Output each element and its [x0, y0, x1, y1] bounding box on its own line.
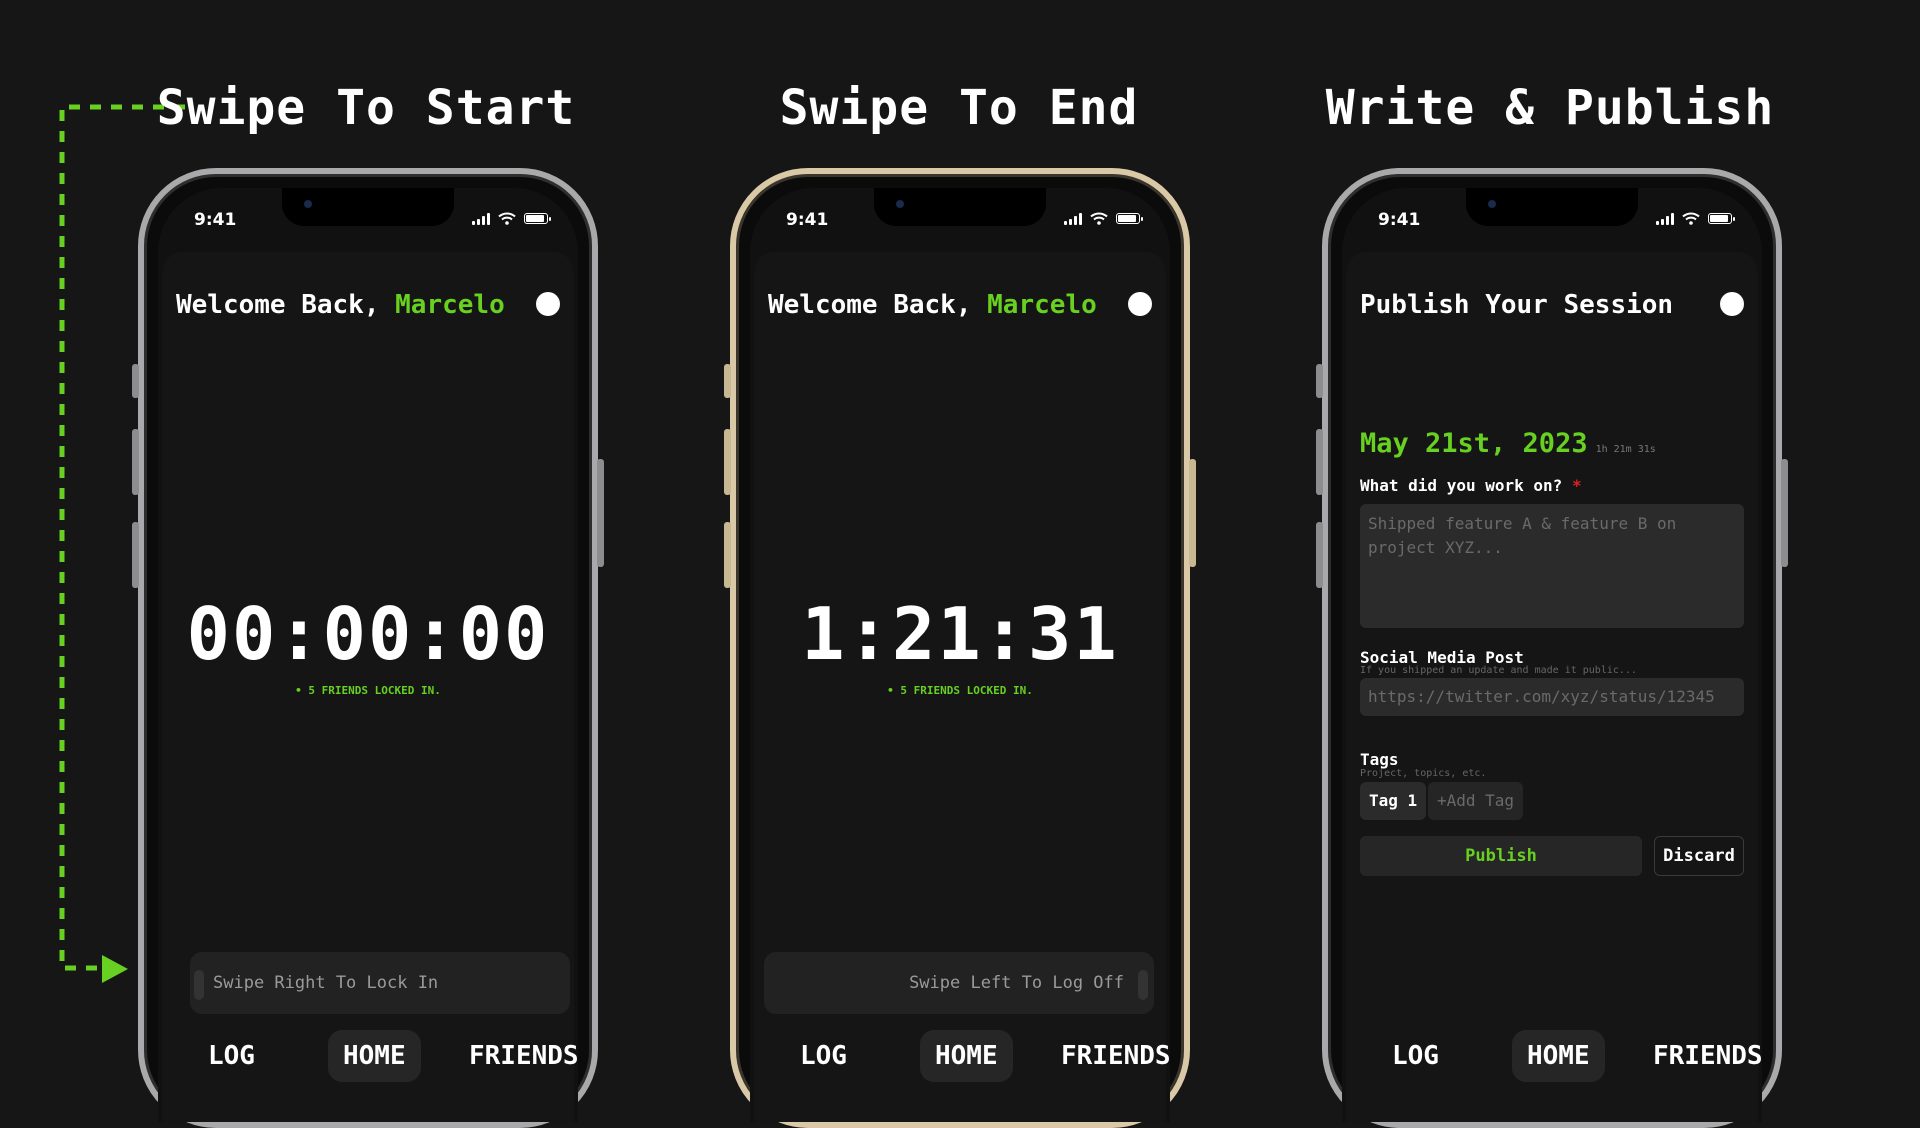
phone-start: 9:41 Welcome Back, Marcelo 00:00:00 • 5 …: [132, 168, 604, 1128]
signal-icon: [1656, 212, 1674, 225]
swipe-to-end-slider[interactable]: Swipe Left To Log Off: [764, 952, 1154, 1014]
user-name: Marcelo: [987, 290, 1097, 320]
swipe-handle[interactable]: [1138, 970, 1148, 1000]
welcome-greeting: Welcome Back, Marcelo: [176, 290, 505, 320]
screen: 9:41 Welcome Back, Marcelo 00:00:00 • 5 …: [158, 188, 578, 1122]
app-area: Welcome Back, Marcelo 1:21:31 • 5 FRIEND…: [754, 252, 1170, 1122]
discard-button[interactable]: Discard: [1654, 836, 1744, 876]
signal-icon: [1064, 212, 1082, 225]
status-icons: [1064, 212, 1143, 225]
screen: 9:41 Publish Your Session May 21st, 2023…: [1342, 188, 1762, 1122]
work-textarea[interactable]: Shipped feature A & feature B on project…: [1360, 504, 1744, 628]
battery-icon: [1708, 213, 1735, 224]
status-time: 9:41: [1378, 210, 1421, 230]
user-name: Marcelo: [395, 290, 505, 320]
status-time: 9:41: [194, 210, 237, 230]
swipe-to-start-slider[interactable]: Swipe Right To Lock In: [190, 952, 570, 1014]
notch: [1466, 188, 1638, 226]
battery-icon: [524, 213, 551, 224]
session-timer: 1:21:31: [801, 592, 1119, 676]
swipe-handle[interactable]: [194, 970, 204, 1000]
profile-icon[interactable]: [1128, 292, 1152, 316]
session-date: May 21st, 2023 1h 21m 31s: [1360, 428, 1656, 459]
signal-icon: [472, 212, 490, 225]
nav-home[interactable]: HOME: [920, 1030, 1013, 1082]
panel-title-start: Swipe To Start: [156, 80, 576, 136]
notch: [874, 188, 1046, 226]
friends-locked-in: • 5 FRIENDS LOCKED IN.: [295, 684, 441, 697]
work-label: What did you work on? *: [1360, 476, 1582, 495]
wifi-icon: [498, 212, 516, 225]
welcome-greeting: Welcome Back, Marcelo: [768, 290, 1097, 320]
nav-home[interactable]: HOME: [1512, 1030, 1605, 1082]
publish-button[interactable]: Publish: [1360, 836, 1642, 876]
battery-icon: [1116, 213, 1143, 224]
swipe-label: Swipe Right To Lock In: [213, 973, 439, 993]
app-area: Welcome Back, Marcelo 00:00:00 • 5 FRIEN…: [162, 252, 578, 1122]
nav-friends[interactable]: FRIENDS: [469, 1030, 578, 1082]
status-time: 9:41: [786, 210, 829, 230]
nav-home[interactable]: HOME: [328, 1030, 421, 1082]
nav-log[interactable]: LOG: [800, 1030, 847, 1082]
required-mark: *: [1571, 476, 1582, 495]
tags-label: Tags: [1360, 750, 1399, 769]
screen: 9:41 Welcome Back, Marcelo 1:21:31 • 5 F…: [750, 188, 1170, 1122]
session-timer: 00:00:00: [186, 592, 550, 676]
tag-chip[interactable]: Tag 1: [1360, 782, 1427, 820]
notch: [282, 188, 454, 226]
phone-publish: 9:41 Publish Your Session May 21st, 2023…: [1316, 168, 1788, 1128]
friends-locked-in: • 5 FRIENDS LOCKED IN.: [887, 684, 1033, 697]
tags-hint: Project, topics, etc.: [1360, 768, 1487, 779]
session-duration: 1h 21m 31s: [1595, 444, 1656, 455]
status-icons: [1656, 212, 1735, 225]
bottom-nav: LOG HOME FRIENDS: [1346, 1030, 1762, 1084]
profile-icon[interactable]: [1720, 292, 1744, 316]
swipe-label: Swipe Left To Log Off: [909, 973, 1124, 993]
panel-title-end: Swipe To End: [779, 80, 1139, 136]
bottom-nav: LOG HOME FRIENDS: [754, 1030, 1170, 1084]
wifi-icon: [1682, 212, 1700, 225]
app-area: Publish Your Session May 21st, 2023 1h 21…: [1346, 252, 1762, 1122]
nav-log[interactable]: LOG: [208, 1030, 255, 1082]
nav-friends[interactable]: FRIENDS: [1061, 1030, 1170, 1082]
phone-end: 9:41 Welcome Back, Marcelo 1:21:31 • 5 F…: [724, 168, 1196, 1128]
bottom-nav: LOG HOME FRIENDS: [162, 1030, 578, 1084]
social-url-input[interactable]: https://twitter.com/xyz/status/12345: [1360, 678, 1744, 716]
panel-title-publish: Write & Publish: [1325, 80, 1775, 136]
wifi-icon: [1090, 212, 1108, 225]
nav-log[interactable]: LOG: [1392, 1030, 1439, 1082]
social-hint: If you shipped an update and made it pub…: [1360, 665, 1637, 676]
add-tag-button[interactable]: +Add Tag: [1428, 782, 1524, 820]
profile-icon[interactable]: [536, 292, 560, 316]
nav-friends[interactable]: FRIENDS: [1653, 1030, 1762, 1082]
publish-heading: Publish Your Session: [1360, 290, 1674, 320]
status-icons: [472, 212, 551, 225]
